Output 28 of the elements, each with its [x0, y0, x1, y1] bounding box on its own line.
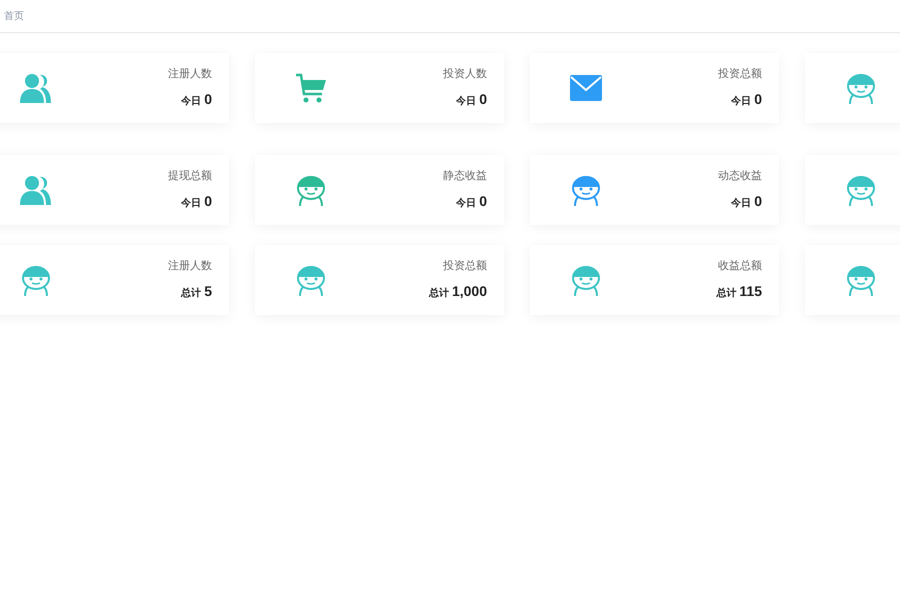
breadcrumb-link[interactable]: 首页 [4, 8, 24, 24]
period-label: 今日 [181, 94, 202, 109]
stat-title: 动态收益 [718, 168, 762, 184]
stat-value: 0 [204, 192, 212, 211]
stat-title: 静态收益 [443, 168, 487, 184]
stat-value: 0 [754, 192, 762, 211]
stat-value: 0 [754, 90, 762, 109]
stat-value: 0 [479, 192, 487, 211]
stat-title: 注册人数 [168, 66, 212, 82]
stat-value: 0 [479, 90, 487, 109]
period-label: 总计 [428, 286, 449, 301]
period-label: 总计 [181, 286, 202, 301]
period-label: 今日 [456, 94, 476, 109]
period-label: 今日 [731, 196, 752, 211]
stat-title: 注册人数 [168, 258, 212, 274]
period-label: 今日 [456, 196, 476, 211]
period-label: 今日 [731, 94, 752, 109]
stat-title: 投资总额 [443, 258, 487, 274]
stat-value: 1,000 [452, 282, 487, 301]
stat-value: 5 [204, 282, 212, 301]
stat-value: 115 [739, 282, 762, 301]
stat-title: 收益总额 [718, 258, 762, 274]
stat-value: 0 [204, 90, 212, 109]
stat-title: 投资人数 [443, 67, 487, 82]
period-label: 今日 [181, 196, 202, 211]
period-label: 总计 [716, 286, 736, 301]
stat-title: 提现总额 [168, 168, 212, 184]
stat-title: 投资总额 [718, 66, 762, 82]
